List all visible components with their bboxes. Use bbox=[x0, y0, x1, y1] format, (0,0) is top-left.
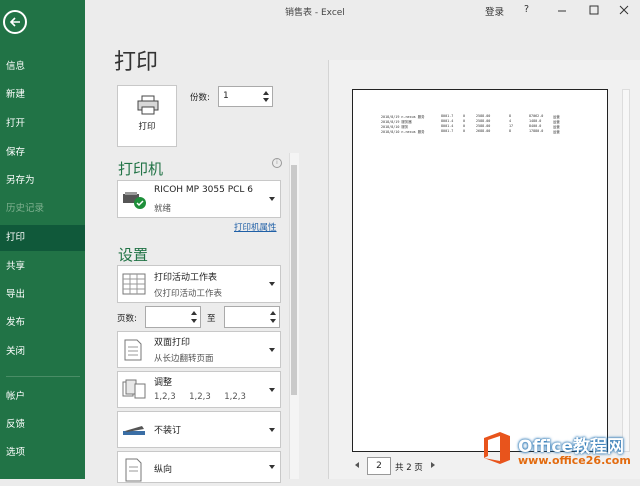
nav-item-save[interactable]: 保存 bbox=[0, 140, 85, 166]
collate-icon bbox=[122, 378, 148, 406]
printer-status: 就绪 bbox=[154, 204, 172, 214]
nav-item-share[interactable]: 共享 bbox=[0, 254, 85, 280]
nav-item-export[interactable]: 导出 bbox=[0, 282, 85, 308]
printer-heading: 打印机 bbox=[118, 160, 164, 178]
duplex-select[interactable]: 双面打印 从长边翻转页面 bbox=[117, 331, 281, 368]
setting-subtitle: 仅打印活动工作表 bbox=[154, 289, 223, 299]
spin-down-icon[interactable] bbox=[191, 319, 197, 323]
page-title: 打印 bbox=[114, 50, 159, 75]
setting-title: 双面打印 bbox=[154, 338, 191, 348]
chevron-down-icon bbox=[269, 347, 275, 352]
printer-select[interactable]: RICOH MP 3055 PCL 6 就绪 bbox=[117, 180, 281, 218]
portrait-page-icon bbox=[122, 458, 144, 486]
scrollbar-thumb[interactable] bbox=[291, 165, 297, 395]
maximize-icon[interactable] bbox=[587, 2, 601, 16]
next-page-icon[interactable] bbox=[431, 462, 435, 468]
nav-item-open[interactable]: 打开 bbox=[0, 111, 85, 137]
spin-up-icon[interactable] bbox=[191, 311, 197, 315]
preview-page: 2018/8/19 n-nexus 服务 8001.7 0 2588.00 8 870… bbox=[352, 89, 608, 452]
setting-title: 纵向 bbox=[154, 465, 173, 475]
page-from-input[interactable] bbox=[145, 306, 201, 328]
office-logo-icon bbox=[484, 432, 510, 464]
nav-item-close[interactable]: 关闭 bbox=[0, 339, 85, 365]
printer-name: RICOH MP 3055 PCL 6 bbox=[154, 185, 254, 195]
pages-label: 页数: bbox=[117, 314, 137, 324]
nav-item-feedback[interactable]: 反馈 bbox=[0, 412, 85, 438]
print-button-label: 打印 bbox=[138, 122, 156, 132]
watermark: Office教程网 www.office26.com bbox=[478, 428, 640, 479]
staple-select[interactable]: 不装订 bbox=[117, 411, 281, 448]
back-arrow-icon[interactable] bbox=[3, 10, 27, 34]
chevron-down-icon bbox=[269, 387, 275, 392]
window-title: 销售表 - Excel bbox=[285, 8, 345, 18]
nav-item-info[interactable]: 信息 bbox=[0, 54, 85, 80]
chevron-down-icon bbox=[269, 197, 275, 201]
help-button[interactable]: ? bbox=[524, 4, 529, 15]
backstage-nav: 信息 新建 打开 保存 另存为 历史记录 打印 共享 导出 发布 关闭 帐户 反… bbox=[0, 0, 85, 479]
setting-subtitle: 从长边翻转页面 bbox=[154, 354, 214, 364]
close-icon[interactable] bbox=[617, 2, 631, 16]
nav-item-account[interactable]: 帐户 bbox=[0, 384, 85, 410]
spin-down-icon[interactable] bbox=[270, 319, 276, 323]
nav-item-options[interactable]: 选项 bbox=[0, 440, 85, 466]
page-total: 共 2 页 bbox=[395, 463, 423, 473]
to-label: 至 bbox=[207, 314, 216, 324]
nav-item-print[interactable]: 打印 bbox=[0, 225, 85, 251]
spin-up-icon[interactable] bbox=[263, 91, 269, 95]
previous-page-icon[interactable] bbox=[355, 462, 359, 468]
nav-divider bbox=[6, 376, 80, 377]
duplex-page-icon bbox=[122, 338, 144, 366]
chevron-down-icon bbox=[269, 427, 275, 432]
nav-item-save-as[interactable]: 另存为 bbox=[0, 168, 85, 194]
watermark-url: www.office26.com bbox=[518, 454, 631, 467]
printer-properties-link[interactable]: 打印机属性 bbox=[234, 221, 277, 233]
spin-up-icon[interactable] bbox=[270, 311, 276, 315]
current-page-input[interactable]: 2 bbox=[367, 457, 391, 475]
print-what-select[interactable]: 打印活动工作表 仅打印活动工作表 bbox=[117, 265, 281, 303]
printer-ready-icon bbox=[122, 190, 148, 214]
printer-icon bbox=[137, 95, 159, 115]
page-to-input[interactable] bbox=[224, 306, 280, 328]
copies-value: 1 bbox=[223, 91, 229, 101]
copies-stepper[interactable]: 1 bbox=[218, 86, 273, 107]
info-icon[interactable]: i bbox=[272, 158, 282, 168]
minimize-icon[interactable] bbox=[555, 2, 569, 16]
chevron-down-icon bbox=[269, 282, 275, 286]
login-link[interactable]: 登录 bbox=[485, 4, 504, 18]
collate-select[interactable]: 调整 1,2,3 1,2,3 1,2,3 bbox=[117, 371, 281, 408]
nav-item-new[interactable]: 新建 bbox=[0, 82, 85, 108]
copies-label: 份数: bbox=[190, 93, 210, 103]
print-button[interactable]: 打印 bbox=[117, 85, 177, 147]
nav-item-history: 历史记录 bbox=[6, 203, 45, 214]
orientation-select[interactable]: 纵向 bbox=[117, 451, 281, 483]
settings-heading: 设置 bbox=[118, 246, 149, 264]
setting-subtitle: 1,2,3 1,2,3 1,2,3 bbox=[154, 392, 246, 402]
stapler-icon bbox=[122, 422, 148, 442]
setting-title: 调整 bbox=[154, 378, 173, 388]
spin-down-icon[interactable] bbox=[263, 98, 269, 102]
setting-title: 不装订 bbox=[154, 426, 182, 436]
preview-scrollbar[interactable] bbox=[622, 89, 630, 452]
chevron-down-icon bbox=[269, 465, 275, 469]
settings-scrollbar[interactable] bbox=[289, 153, 299, 479]
setting-title: 打印活动工作表 bbox=[154, 273, 218, 283]
sheet-grid-icon bbox=[122, 273, 146, 299]
nav-item-publish[interactable]: 发布 bbox=[0, 310, 85, 336]
